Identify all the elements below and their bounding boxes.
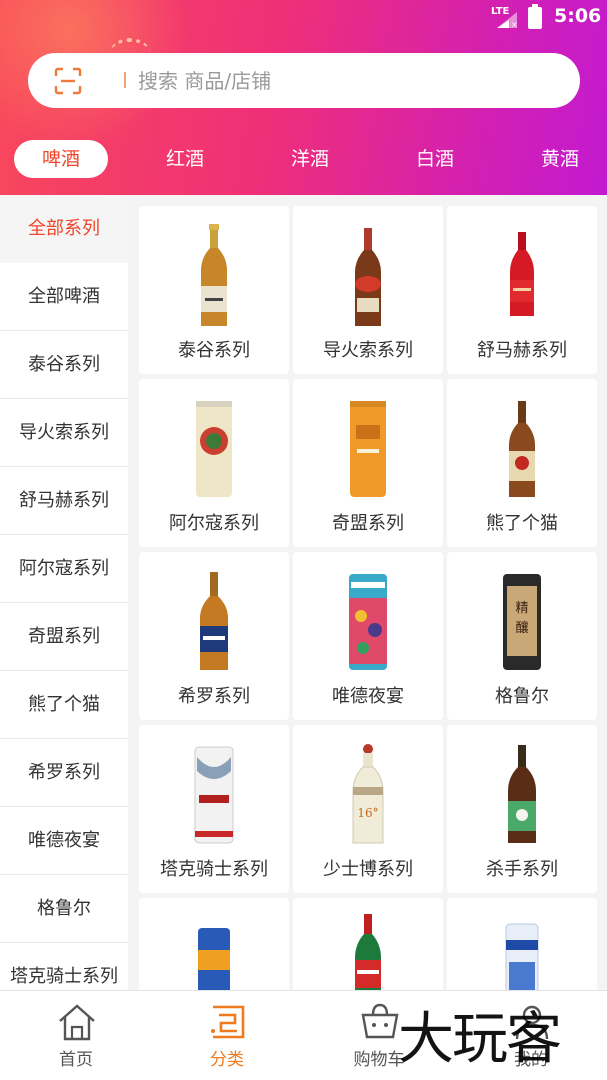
category-tabs: 啤酒 红酒 洋酒 白酒 黄酒	[0, 140, 607, 180]
green-bottle-icon	[355, 914, 381, 990]
product-card[interactable]: 16° 少士博系列	[293, 725, 443, 893]
product-name: 泰谷系列	[178, 340, 250, 361]
product-card[interactable]	[447, 898, 597, 990]
search-input[interactable]	[138, 64, 538, 98]
category-icon	[211, 1005, 245, 1039]
nav-category[interactable]: 分类	[167, 991, 287, 1080]
sidebar-item-xionglegemao[interactable]: 熊了个猫	[0, 671, 128, 739]
orange-can-icon	[350, 401, 386, 497]
ceramic-bottle-icon: 16°	[352, 744, 384, 844]
product-name: 杀手系列	[486, 859, 558, 880]
tab-red-wine[interactable]: 红酒	[138, 140, 232, 178]
blue-can-icon	[198, 928, 230, 990]
battery-icon	[528, 4, 542, 29]
nav-category-label: 分类	[210, 1050, 244, 1070]
red-bottle-icon	[510, 232, 534, 316]
sidebar-item-aerkou[interactable]: 阿尔寇系列	[0, 535, 128, 603]
watermark: 大玩客	[398, 1007, 562, 1072]
header: LTE × 5:06 啤酒 红酒 洋酒 白酒 黄酒	[0, 0, 607, 195]
amber-bottle-icon	[200, 572, 228, 670]
clock: 5:06	[554, 5, 602, 27]
product-name: 格鲁尔	[495, 686, 549, 707]
sidebar-item-weide[interactable]: 唯德夜宴	[0, 807, 128, 875]
product-name: 希罗系列	[178, 686, 250, 707]
product-card[interactable]: 泰谷系列	[139, 206, 289, 374]
sidebar-item-xiluo[interactable]: 希罗系列	[0, 739, 128, 807]
product-card[interactable]: 奇盟系列	[293, 379, 443, 547]
scan-icon[interactable]	[54, 67, 82, 95]
sidebar-item-taigu[interactable]: 泰谷系列	[0, 331, 128, 399]
nav-home[interactable]: 首页	[16, 991, 136, 1080]
svg-text:釀: 釀	[515, 621, 528, 636]
white-blue-can-icon	[505, 923, 539, 990]
product-card[interactable]: 精 釀 格鲁尔	[447, 552, 597, 720]
svg-text:×: ×	[511, 20, 518, 28]
nav-home-label: 首页	[59, 1050, 93, 1070]
product-name: 少士博系列	[323, 859, 413, 880]
product-grid: 泰谷系列 导火索系列 舒马赫系列 阿尔寇系列 奇盟系列 熊了个猫 希罗系列 唯德…	[128, 195, 607, 990]
sidebar-item-all-series[interactable]: 全部系列	[0, 195, 128, 263]
tab-baijiu[interactable]: 白酒	[388, 140, 482, 178]
search-divider	[124, 72, 126, 88]
product-name: 导火索系列	[323, 340, 413, 361]
product-card[interactable]: 希罗系列	[139, 552, 289, 720]
product-name: 奇盟系列	[332, 513, 404, 534]
svg-text:精: 精	[515, 601, 528, 616]
colorful-can-icon	[349, 574, 387, 670]
tab-foreign-liquor[interactable]: 洋酒	[263, 140, 357, 178]
product-card[interactable]: 舒马赫系列	[447, 206, 597, 374]
signal-icon: ×	[497, 12, 518, 28]
search-bar[interactable]	[28, 53, 580, 108]
product-name: 舒马赫系列	[477, 340, 567, 361]
amber-bottle-icon	[201, 224, 227, 326]
sidebar-item-take[interactable]: 塔克骑士系列	[0, 943, 128, 990]
dark-bottle-icon	[508, 745, 536, 843]
product-name: 唯德夜宴	[332, 686, 404, 707]
tab-huangjiu[interactable]: 黄酒	[513, 140, 607, 178]
product-card[interactable]	[139, 898, 289, 990]
product-card[interactable]: 导火索系列	[293, 206, 443, 374]
status-bar: LTE × 5:06	[0, 0, 607, 36]
sidebar-item-daohuosuo[interactable]: 导火索系列	[0, 399, 128, 467]
white-can-icon	[194, 746, 234, 844]
cart-icon	[361, 1003, 399, 1039]
home-icon	[59, 1004, 95, 1041]
sidebar-item-gelu[interactable]: 格鲁尔	[0, 875, 128, 943]
series-sidebar: 全部系列 全部啤酒 泰谷系列 导火索系列 舒马赫系列 阿尔寇系列 奇盟系列 熊了…	[0, 195, 128, 990]
sidebar-item-qimeng[interactable]: 奇盟系列	[0, 603, 128, 671]
brown-bottle-icon	[355, 228, 381, 326]
tab-beer[interactable]: 啤酒	[14, 140, 108, 178]
product-card[interactable]: 杀手系列	[447, 725, 597, 893]
product-name: 阿尔寇系列	[169, 513, 259, 534]
product-name: 塔克骑士系列	[160, 859, 268, 880]
product-card[interactable]: 塔克骑士系列	[139, 725, 289, 893]
product-card[interactable]	[293, 898, 443, 990]
dark-tin-can-icon: 精 釀	[503, 574, 541, 670]
product-name: 熊了个猫	[486, 513, 558, 534]
cream-can-icon	[196, 401, 232, 497]
product-card[interactable]: 阿尔寇系列	[139, 379, 289, 547]
sidebar-item-all-beer[interactable]: 全部啤酒	[0, 263, 128, 331]
product-card[interactable]: 唯德夜宴	[293, 552, 443, 720]
svg-text:16°: 16°	[357, 806, 378, 820]
sidebar-item-shumahe[interactable]: 舒马赫系列	[0, 467, 128, 535]
product-card[interactable]: 熊了个猫	[447, 379, 597, 547]
brown-bottle-icon	[509, 401, 535, 497]
